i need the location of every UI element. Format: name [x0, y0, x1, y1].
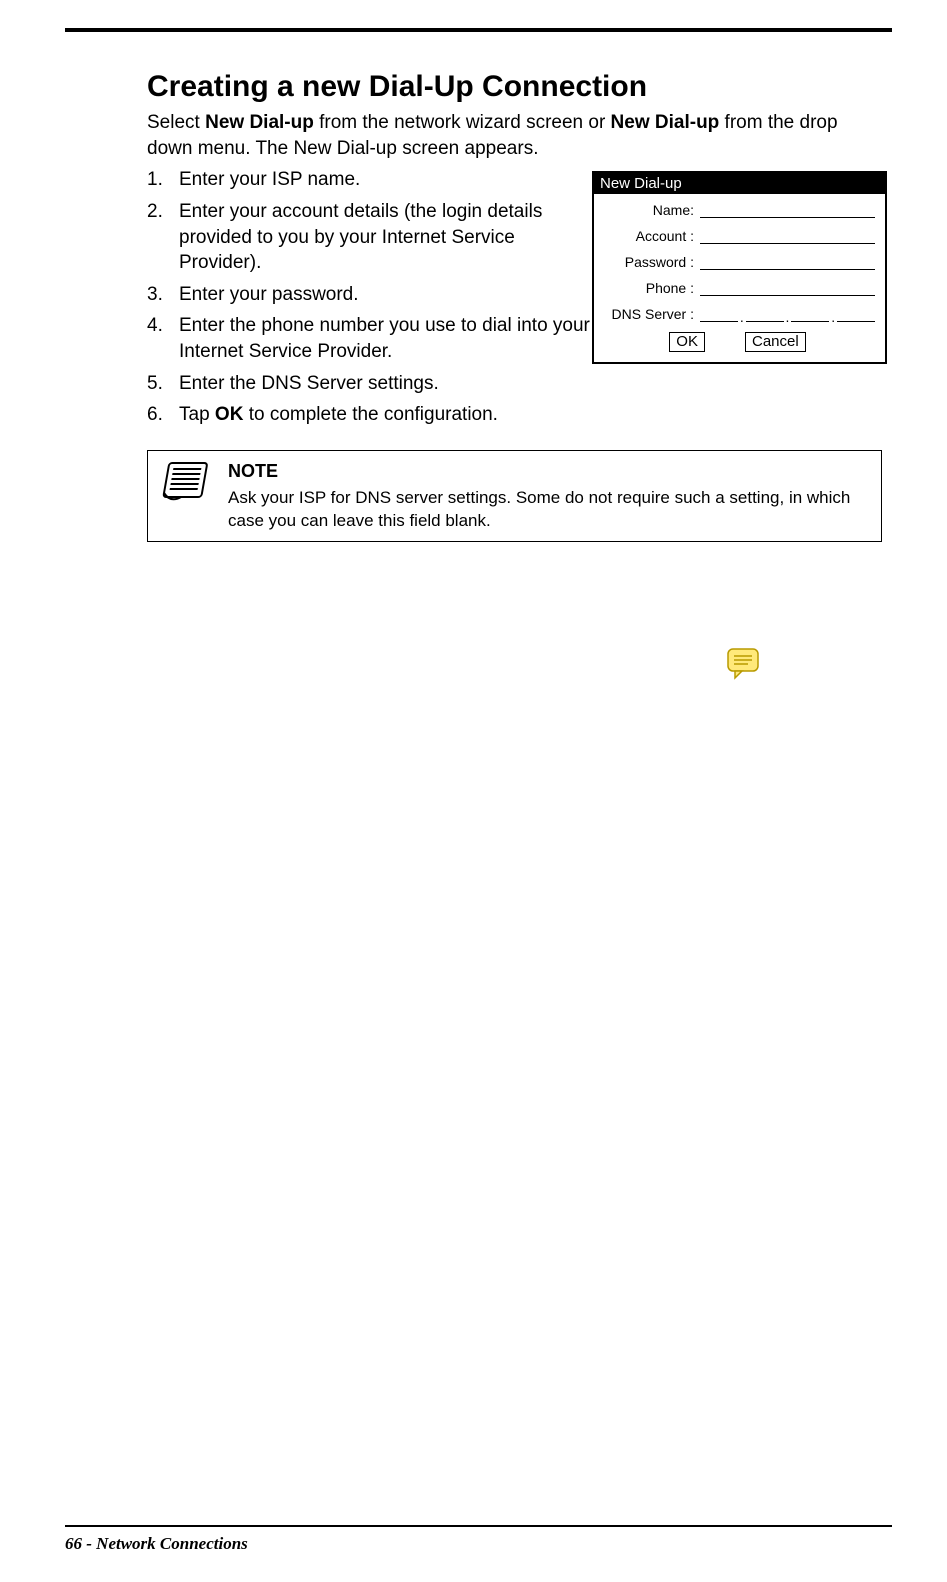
new-dialup-dialog: New Dial-up Name: Account : Password :: [592, 171, 887, 364]
step6-pre: Tap: [179, 404, 215, 425]
dialog-row-password: Password :: [600, 254, 875, 270]
dialog-button-row: OK Cancel: [600, 332, 875, 352]
label-dns: DNS Server :: [600, 306, 700, 322]
dns-dot: .: [784, 309, 792, 324]
input-dns[interactable]: . . .: [700, 307, 875, 322]
dialog-row-phone: Phone :: [600, 280, 875, 296]
step-number: 6.: [147, 402, 179, 428]
step6-bold: OK: [215, 404, 244, 425]
step-number: 1.: [147, 167, 179, 193]
label-phone: Phone :: [600, 280, 700, 296]
step-text: Enter your account details (the login de…: [179, 199, 597, 276]
step-item: 4. Enter the phone number you use to dia…: [147, 313, 597, 364]
steps-list: 1. Enter your ISP name. 2. Enter your ac…: [147, 167, 597, 428]
note-title: NOTE: [228, 459, 871, 483]
dns-dot: .: [829, 309, 837, 324]
step-number: 4.: [147, 313, 179, 364]
step-item: 2. Enter your account details (the login…: [147, 199, 597, 276]
step-item: 1. Enter your ISP name.: [147, 167, 597, 193]
input-phone[interactable]: [700, 281, 875, 296]
note-text: Ask your ISP for DNS server settings. So…: [228, 487, 871, 533]
comment-bubble-icon[interactable]: [727, 648, 761, 685]
dialog-row-account: Account :: [600, 228, 875, 244]
label-name: Name:: [600, 202, 700, 218]
input-account[interactable]: [700, 229, 875, 244]
ok-button[interactable]: OK: [669, 332, 705, 352]
dns-seg-3[interactable]: [791, 307, 829, 322]
intro-text-mid: from the network wizard screen or: [314, 112, 611, 133]
footer-section: Network Connections: [96, 1534, 248, 1553]
bottom-rule: [65, 1525, 892, 1527]
dialog-row-dns: DNS Server : . . .: [600, 306, 875, 322]
dialog-row-name: Name:: [600, 202, 875, 218]
page-heading: Creating a new Dial-Up Connection: [147, 70, 887, 104]
intro-text-pre: Select: [147, 112, 205, 133]
note-icon: [158, 459, 214, 533]
intro-paragraph: Select New Dial-up from the network wiza…: [147, 110, 887, 161]
step-text: Enter your ISP name.: [179, 167, 597, 193]
dns-seg-2[interactable]: [746, 307, 784, 322]
dns-seg-1[interactable]: [700, 307, 738, 322]
step-number: 5.: [147, 371, 179, 397]
dialog-body: Name: Account : Password : Phone :: [594, 194, 885, 362]
footer-sep: -: [82, 1534, 96, 1553]
dns-dot: .: [738, 309, 746, 324]
step-item: 3. Enter your password.: [147, 282, 597, 308]
step-item: 5. Enter the DNS Server settings.: [147, 371, 597, 397]
dns-seg-4[interactable]: [837, 307, 875, 322]
step-text: Enter the phone number you use to dial i…: [179, 313, 597, 364]
page-footer: 66 - Network Connections: [65, 1534, 248, 1554]
note-body: NOTE Ask your ISP for DNS server setting…: [228, 459, 871, 533]
step6-post: to complete the configuration.: [243, 404, 498, 425]
input-name[interactable]: [700, 203, 875, 218]
input-password[interactable]: [700, 255, 875, 270]
top-rule: [65, 28, 892, 32]
step-text: Tap OK to complete the configuration.: [179, 402, 597, 428]
step-text: Enter your password.: [179, 282, 597, 308]
intro-bold-1: New Dial-up: [205, 112, 314, 133]
step-item: 6. Tap OK to complete the configuration.: [147, 402, 597, 428]
intro-bold-2: New Dial-up: [611, 112, 720, 133]
cancel-button[interactable]: Cancel: [745, 332, 806, 352]
label-account: Account :: [600, 228, 700, 244]
step-number: 3.: [147, 282, 179, 308]
note-box: NOTE Ask your ISP for DNS server setting…: [147, 450, 882, 542]
step-number: 2.: [147, 199, 179, 276]
step-text: Enter the DNS Server settings.: [179, 371, 597, 397]
footer-page-number: 66: [65, 1534, 82, 1553]
dialog-titlebar: New Dial-up: [594, 173, 885, 194]
label-password: Password :: [600, 254, 700, 270]
